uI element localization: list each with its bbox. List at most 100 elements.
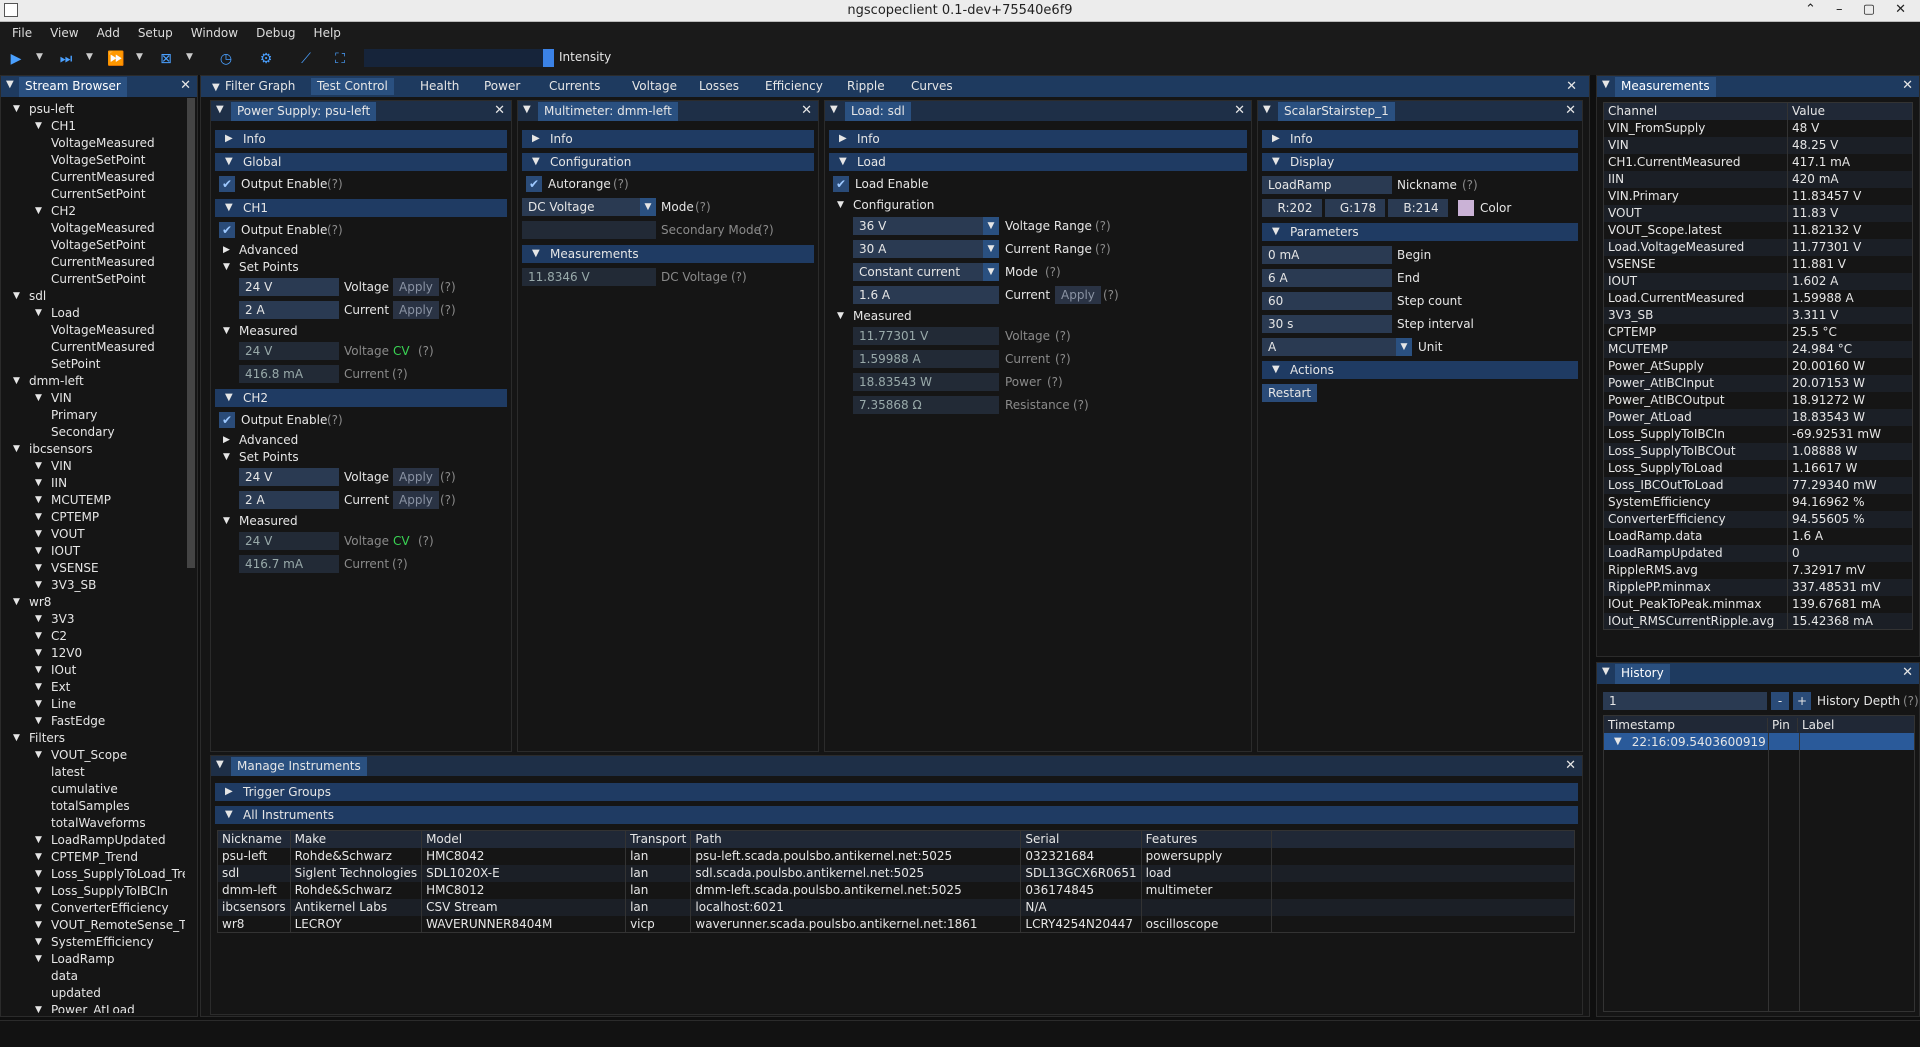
help-icon[interactable]: (?) bbox=[1055, 351, 1071, 367]
menu-window[interactable]: Window bbox=[191, 26, 238, 40]
tab-losses[interactable]: Losses bbox=[693, 78, 745, 95]
stream-tree-item[interactable]: 3V3_SB bbox=[51, 577, 96, 593]
tab-voltage[interactable]: Voltage bbox=[626, 78, 683, 95]
ch1-voltage-apply-button[interactable]: Apply bbox=[393, 278, 439, 296]
ch2-voltage-apply-button[interactable]: Apply bbox=[393, 468, 439, 486]
window-controls[interactable]: ⌃ – ▢ ✕ bbox=[1805, 2, 1914, 17]
ch1-set-points[interactable]: Set Points bbox=[239, 259, 299, 275]
current-range-select[interactable]: 30 A ▼ bbox=[853, 240, 999, 258]
ch1-current-apply-button[interactable]: Apply bbox=[393, 301, 439, 319]
stream-tree-item[interactable]: LoadRamp bbox=[51, 951, 115, 967]
ch2-current-apply-button[interactable]: Apply bbox=[393, 491, 439, 509]
chevron-down-icon[interactable]: ▼ bbox=[13, 594, 20, 610]
chevron-down-icon[interactable]: ▼ bbox=[837, 308, 844, 324]
load-mode-select[interactable]: Constant current ▼ bbox=[853, 263, 999, 281]
column-header[interactable]: Model bbox=[421, 830, 627, 848]
stream-tree-item[interactable]: Secondary bbox=[51, 424, 115, 440]
close-icon[interactable]: ✕ bbox=[1902, 78, 1913, 93]
stop-icon[interactable]: ⊠ bbox=[156, 49, 176, 69]
chevron-down-icon[interactable]: ▼ bbox=[13, 730, 20, 746]
column-header[interactable]: Nickname bbox=[217, 830, 291, 848]
stream-tree-item[interactable]: C2 bbox=[51, 628, 67, 644]
menu-add[interactable]: Add bbox=[97, 26, 120, 40]
chevron-down-icon[interactable]: ▼ bbox=[35, 696, 42, 712]
stream-tree-item[interactable]: VSENSE bbox=[51, 560, 99, 576]
table-row[interactable]: Loss_SupplyToLoad 1.16617 W bbox=[1603, 459, 1913, 477]
stream-tree-item[interactable]: Load bbox=[51, 305, 80, 321]
table-row[interactable]: VIN 48.25 V bbox=[1603, 136, 1913, 154]
table-row[interactable]: SystemEfficiency 94.16962 % bbox=[1603, 493, 1913, 511]
table-row[interactable]: VOUT_Scope.latest 11.82132 V bbox=[1603, 221, 1913, 239]
tab-power[interactable]: Power bbox=[478, 78, 526, 95]
chevron-down-icon[interactable]: ▼ bbox=[35, 509, 42, 525]
fullscreen-icon[interactable]: ⛶ bbox=[330, 49, 350, 69]
table-row[interactable]: dmm-left Rohde&Schwarz HMC8012 lan dmm-left.… bbox=[217, 881, 1576, 899]
chevron-down-icon[interactable]: ▼ bbox=[35, 645, 42, 661]
trigger-start-icon[interactable]: ▶ bbox=[6, 49, 26, 69]
chevron-right-icon[interactable]: ▶ bbox=[223, 432, 230, 448]
load-current-apply-button[interactable]: Apply bbox=[1055, 286, 1101, 304]
stream-tree-item[interactable]: IOUT bbox=[51, 543, 80, 559]
table-row[interactable]: sdl Siglent Technologies SDL1020X-E lan sdl.… bbox=[217, 864, 1576, 882]
measurements-title[interactable]: Measurements bbox=[1615, 77, 1716, 97]
history-row[interactable]: ▼ 22:16:09.5403600919 bbox=[1604, 733, 1914, 750]
chevron-down-icon[interactable]: ▼ bbox=[223, 323, 230, 339]
stream-tree-item[interactable]: IIN bbox=[51, 475, 67, 491]
column-header[interactable]: Timestamp bbox=[1604, 717, 1768, 732]
chevron-down-icon[interactable]: ▼ bbox=[35, 679, 42, 695]
secondary-mode-select[interactable] bbox=[522, 221, 656, 239]
close-icon[interactable]: ✕ bbox=[1565, 103, 1576, 118]
column-header[interactable]: Make bbox=[290, 830, 423, 848]
chevron-down-icon[interactable]: ▼ bbox=[35, 305, 42, 321]
close-icon[interactable]: ✕ bbox=[1234, 103, 1245, 118]
stream-tree-item[interactable]: VOUT_RemoteSense_Tr bbox=[51, 917, 185, 933]
stream-tree-item[interactable]: VoltageMeasured bbox=[51, 135, 155, 151]
psu-title[interactable]: Power Supply: psu-left bbox=[231, 102, 377, 121]
ch2-measured[interactable]: Measured bbox=[239, 513, 298, 529]
ch2-output-enable-checkbox[interactable]: ✔ bbox=[219, 412, 235, 428]
chevron-down-icon[interactable]: ▼ bbox=[35, 747, 42, 763]
help-icon[interactable]: (?) bbox=[1045, 264, 1061, 280]
column-header[interactable]: Features bbox=[1141, 830, 1272, 848]
color-r-input[interactable]: R:202 bbox=[1262, 199, 1322, 217]
stream-tree-item[interactable]: VoltageSetPoint bbox=[51, 237, 146, 253]
table-row[interactable]: Loss_SupplyToIBCIn -69.92531 mW bbox=[1603, 425, 1913, 443]
chevron-down-icon[interactable]: ▼ bbox=[35, 866, 42, 882]
help-icon[interactable]: (?) bbox=[440, 469, 456, 485]
stream-tree-item[interactable]: Ext bbox=[51, 679, 70, 695]
help-icon[interactable]: (?) bbox=[418, 343, 434, 359]
chevron-down-icon[interactable]: ▼ bbox=[35, 713, 42, 729]
table-row[interactable]: LoadRamp.data 1.6 A bbox=[1603, 527, 1913, 545]
autorange-checkbox[interactable]: ✔ bbox=[526, 176, 542, 192]
history-depth-increment-button[interactable]: + bbox=[1793, 692, 1811, 710]
chevron-down-icon[interactable]: ▼ bbox=[35, 526, 42, 542]
stair-actions-header[interactable]: ▼ Actions bbox=[1262, 361, 1578, 379]
stream-tree-item[interactable]: VoltageMeasured bbox=[51, 322, 155, 338]
chevron-down-icon[interactable]: ▼ bbox=[35, 1002, 42, 1013]
stream-tree-item[interactable]: totalSamples bbox=[51, 798, 130, 814]
help-icon[interactable]: (?) bbox=[392, 556, 408, 572]
dmm-mode-select[interactable]: DC Voltage ▼ bbox=[522, 198, 656, 216]
help-icon[interactable]: (?) bbox=[327, 222, 343, 238]
chevron-down-icon[interactable]: ▼ bbox=[223, 513, 230, 529]
tab-test-control[interactable]: Test Control bbox=[311, 78, 394, 95]
trigger-single-icon[interactable]: ⏭ bbox=[56, 49, 76, 69]
dmm-title[interactable]: Multimeter: dmm-left bbox=[538, 102, 678, 121]
color-g-input[interactable]: G:178 bbox=[1325, 199, 1385, 217]
load-title[interactable]: Load: sdl bbox=[845, 102, 911, 121]
menu-file[interactable]: File bbox=[12, 26, 32, 40]
menu-icon[interactable]: ▼ bbox=[216, 759, 224, 770]
help-icon[interactable]: (?) bbox=[695, 199, 711, 215]
column-header[interactable]: Path bbox=[690, 830, 1022, 848]
unit-select[interactable]: A ▼ bbox=[1262, 338, 1412, 356]
table-row[interactable]: IIN 420 mA bbox=[1603, 170, 1913, 188]
stream-tree-item[interactable]: SetPoint bbox=[51, 356, 101, 372]
help-icon[interactable]: (?) bbox=[392, 366, 408, 382]
table-row[interactable]: VOUT 11.83 V bbox=[1603, 204, 1913, 222]
table-row[interactable]: IOut_RMSCurrentRipple.avg 15.42368 mA bbox=[1603, 612, 1913, 630]
stream-tree-item[interactable]: CurrentSetPoint bbox=[51, 186, 146, 202]
close-icon[interactable]: ✕ bbox=[180, 78, 191, 93]
stream-tree-item[interactable]: CH2 bbox=[51, 203, 76, 219]
ch2-header[interactable]: ▼ CH2 bbox=[215, 389, 507, 407]
chevron-down-icon[interactable]: ▼ bbox=[223, 259, 230, 275]
